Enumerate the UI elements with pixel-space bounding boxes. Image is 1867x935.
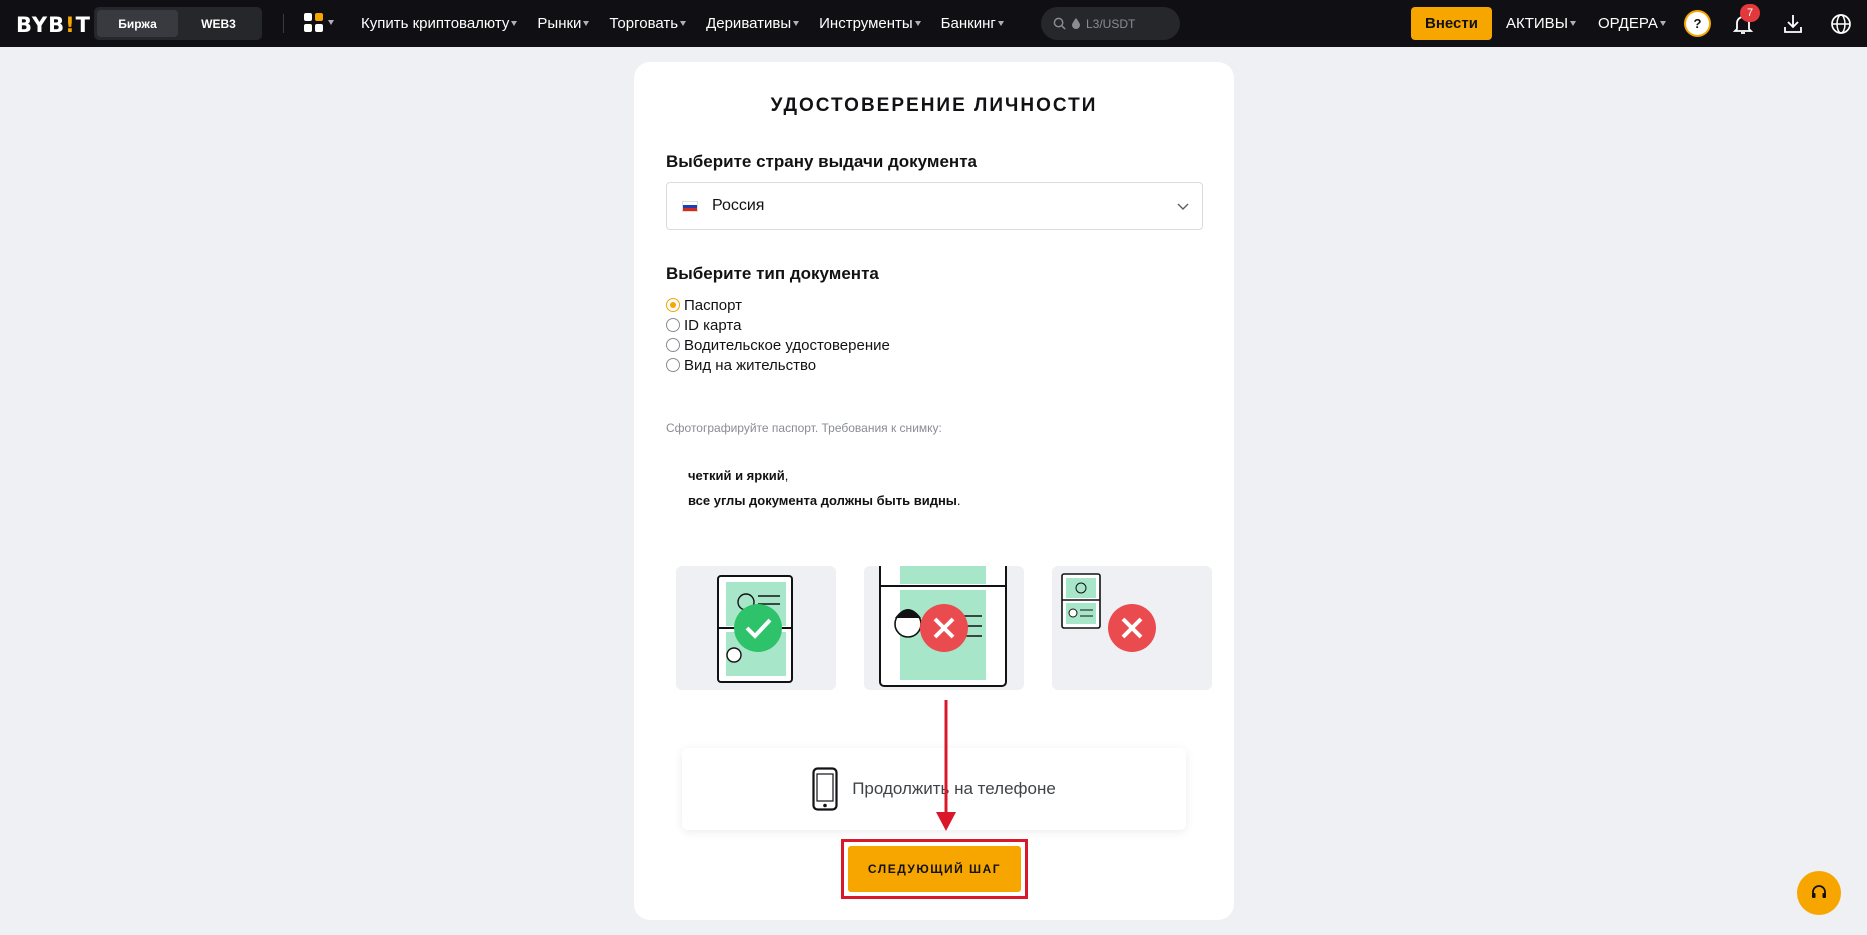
radio-button[interactable] (666, 318, 680, 332)
download-icon[interactable] (1781, 12, 1805, 36)
top-navigation-bar: BYB!T Биржа WEB3 Купить криптовалюту Рын… (0, 0, 1867, 47)
chevron-down-icon (1177, 203, 1189, 210)
continue-on-phone-button[interactable]: Продолжить на телефоне (682, 748, 1186, 830)
search-placeholder: L3/USDT (1086, 16, 1136, 31)
too-far-photo-illustration (1052, 566, 1212, 690)
radio-button[interactable] (666, 358, 680, 372)
tab-exchange[interactable]: Биржа (97, 10, 178, 37)
avatar[interactable]: ? (1684, 10, 1711, 37)
passport-too-close-icon (879, 566, 1007, 687)
chevron-down-icon (997, 21, 1004, 26)
requirement-item: все углы документа должны быть видны. (688, 493, 961, 508)
deposit-button[interactable]: Внести (1411, 7, 1492, 40)
chevron-down-icon (1569, 21, 1576, 26)
orders-menu[interactable]: ОРДЕРА (1598, 0, 1666, 47)
radio-id-card[interactable]: ID карта (666, 315, 890, 335)
nav-tools[interactable]: Инструменты (819, 15, 921, 32)
bybit-logo[interactable]: BYB!T (16, 13, 91, 37)
support-chat-button[interactable] (1797, 871, 1841, 915)
chevron-down-icon (583, 21, 590, 26)
document-type-group: Паспорт ID карта Водительское удостовере… (666, 295, 890, 375)
nav-buy-crypto[interactable]: Купить криптовалюту (361, 15, 518, 32)
correct-photo-illustration (676, 566, 836, 690)
radio-passport[interactable]: Паспорт (666, 295, 890, 315)
main-nav: Купить криптовалюту Рынки Торговать Дери… (361, 0, 1004, 47)
chevron-down-icon (328, 20, 334, 25)
country-select[interactable]: Россия (666, 182, 1203, 230)
chevron-down-icon (1659, 21, 1666, 26)
radio-residence-permit[interactable]: Вид на жительство (666, 355, 890, 375)
chevron-down-icon (511, 21, 518, 26)
search-input[interactable]: L3/USDT (1041, 7, 1180, 40)
chevron-down-icon (793, 21, 800, 26)
country-value: Россия (712, 197, 765, 214)
chevron-down-icon (914, 21, 921, 26)
smartphone-icon (812, 767, 838, 811)
document-type-label: Выберите тип документа (666, 264, 879, 283)
too-close-photo-illustration (864, 566, 1024, 690)
search-icon (1053, 17, 1066, 30)
avatar-question-icon: ? (1693, 16, 1702, 31)
requirement-item: четкий и яркий, (688, 468, 789, 483)
platform-switch: Биржа WEB3 (94, 7, 262, 40)
radio-button[interactable] (666, 338, 680, 352)
nav-markets[interactable]: Рынки (537, 15, 590, 32)
notification-badge: 7 (1740, 4, 1760, 22)
identity-verification-card: УДОСТОВЕРЕНИЕ ЛИЧНОСТИ Выберите страну в… (634, 62, 1234, 920)
passport-too-far-icon (1061, 573, 1156, 652)
page-title: УДОСТОВЕРЕНИЕ ЛИЧНОСТИ (770, 95, 1098, 116)
next-step-button[interactable]: СЛЕДУЮЩИЙ ШАГ (848, 846, 1021, 892)
nav-trade[interactable]: Торговать (609, 15, 687, 32)
apps-menu-button[interactable] (304, 13, 334, 32)
headset-icon (1812, 885, 1826, 898)
radio-button-selected[interactable] (666, 298, 680, 312)
nav-derivatives[interactable]: Деривативы (706, 15, 800, 32)
chevron-down-icon (680, 21, 687, 26)
annotation-arrow-icon (936, 700, 956, 831)
divider (283, 14, 284, 33)
passport-correct-icon (717, 575, 793, 683)
apps-grid-icon (304, 13, 323, 32)
country-label: Выберите страну выдачи документа (666, 152, 977, 171)
tab-web3[interactable]: WEB3 (178, 10, 259, 37)
radio-drivers-license[interactable]: Водительское удостоверение (666, 335, 890, 355)
photo-hint: Сфотографируйте паспорт. Требования к сн… (666, 421, 942, 435)
assets-menu[interactable]: АКТИВЫ (1506, 0, 1576, 47)
globe-icon[interactable] (1829, 12, 1853, 36)
russia-flag-icon (682, 200, 698, 212)
coin-icon (1072, 18, 1080, 29)
nav-banking[interactable]: Банкинг (941, 15, 1004, 32)
